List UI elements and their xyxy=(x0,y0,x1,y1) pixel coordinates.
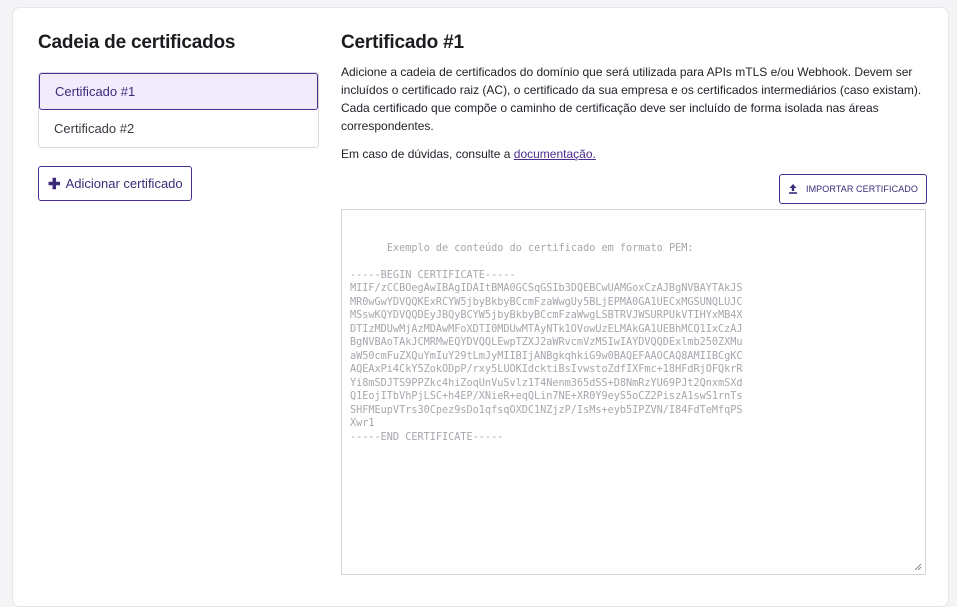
documentation-link[interactable]: documentação. xyxy=(514,147,596,161)
upload-icon xyxy=(788,184,797,194)
certificate-item-1[interactable]: Certificado #1 xyxy=(39,73,318,110)
add-certificate-button[interactable]: ✚ Adicionar certificado xyxy=(38,166,192,201)
resize-handle-icon[interactable] xyxy=(914,563,922,571)
help-text: Em caso de dúvidas, consulte a documenta… xyxy=(341,147,927,161)
certificate-list: Certificado #1 Certificado #2 xyxy=(38,72,319,148)
plus-icon: ✚ xyxy=(48,175,61,193)
chain-title: Cadeia de certificados xyxy=(38,32,236,53)
help-prefix: Em caso de dúvidas, consulte a xyxy=(341,147,514,161)
import-certificate-button[interactable]: IMPORTAR CERTIFICADO xyxy=(778,174,927,204)
import-row: IMPORTAR CERTIFICADO xyxy=(341,174,927,204)
textarea-placeholder: Exemplo de conteúdo do certificado em fo… xyxy=(350,242,743,443)
certificate-chain-card: Cadeia de certificados Certificado #1 Ce… xyxy=(12,7,949,607)
certificate-description: Adicione a cadeia de certificados do dom… xyxy=(341,65,922,133)
add-certificate-label: Adicionar certificado xyxy=(65,176,183,191)
certificate-item-2[interactable]: Certificado #2 xyxy=(39,110,318,147)
certificate-detail-panel: Certificado #1 Adicione a cadeia de cert… xyxy=(341,32,927,575)
certificate-title: Certificado #1 xyxy=(341,32,464,53)
certificate-chain-panel: Cadeia de certificados Certificado #1 Ce… xyxy=(38,32,319,201)
certificate-textarea[interactable]: Exemplo de conteúdo do certificado em fo… xyxy=(341,209,926,575)
import-certificate-label: IMPORTAR CERTIFICADO xyxy=(805,184,918,194)
